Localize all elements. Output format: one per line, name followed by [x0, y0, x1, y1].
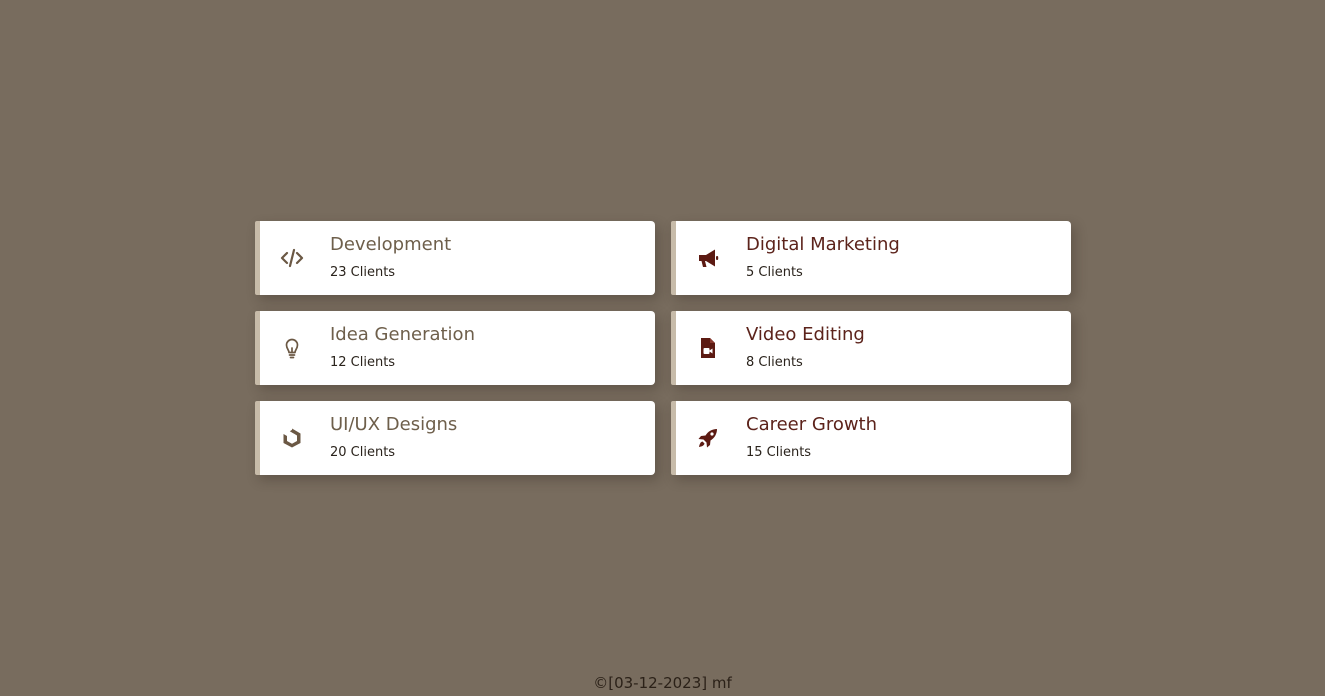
card-title: UI/UX Designs [330, 414, 458, 435]
card-client-count: 20 Clients [330, 445, 396, 460]
card-client-count: 23 Clients [330, 265, 396, 280]
card-client-count: 8 Clients [746, 355, 803, 370]
card-career-growth[interactable]: Career Growth 15 Clients [671, 401, 1071, 475]
card-development[interactable]: Development 23 Clients [255, 221, 655, 295]
card-title: Digital Marketing [746, 234, 900, 255]
card-title: Idea Generation [330, 324, 475, 345]
card-title: Development [330, 234, 452, 255]
card-client-count: 5 Clients [746, 265, 803, 280]
card-title: Video Editing [746, 324, 865, 345]
footer-copyright: ©[03-12-2023] mf [593, 674, 732, 692]
video-file-icon [696, 336, 720, 360]
card-client-count: 12 Clients [330, 355, 396, 370]
card-video-editing[interactable]: Video Editing 8 Clients [671, 311, 1071, 385]
card-idea-generation[interactable]: Idea Generation 12 Clients [255, 311, 655, 385]
rocket-icon [696, 426, 720, 450]
card-title: Career Growth [746, 414, 878, 435]
lightbulb-icon [280, 336, 304, 360]
card-digital-marketing[interactable]: Digital Marketing 5 Clients [671, 221, 1071, 295]
card-client-count: 15 Clients [746, 445, 812, 460]
uikit-icon [280, 426, 304, 450]
card-ui-ux-designs[interactable]: UI/UX Designs 20 Clients [255, 401, 655, 475]
services-grid: Development 23 Clients Digital Marketing… [255, 221, 1071, 475]
code-icon [280, 246, 304, 270]
megaphone-icon [696, 246, 720, 270]
